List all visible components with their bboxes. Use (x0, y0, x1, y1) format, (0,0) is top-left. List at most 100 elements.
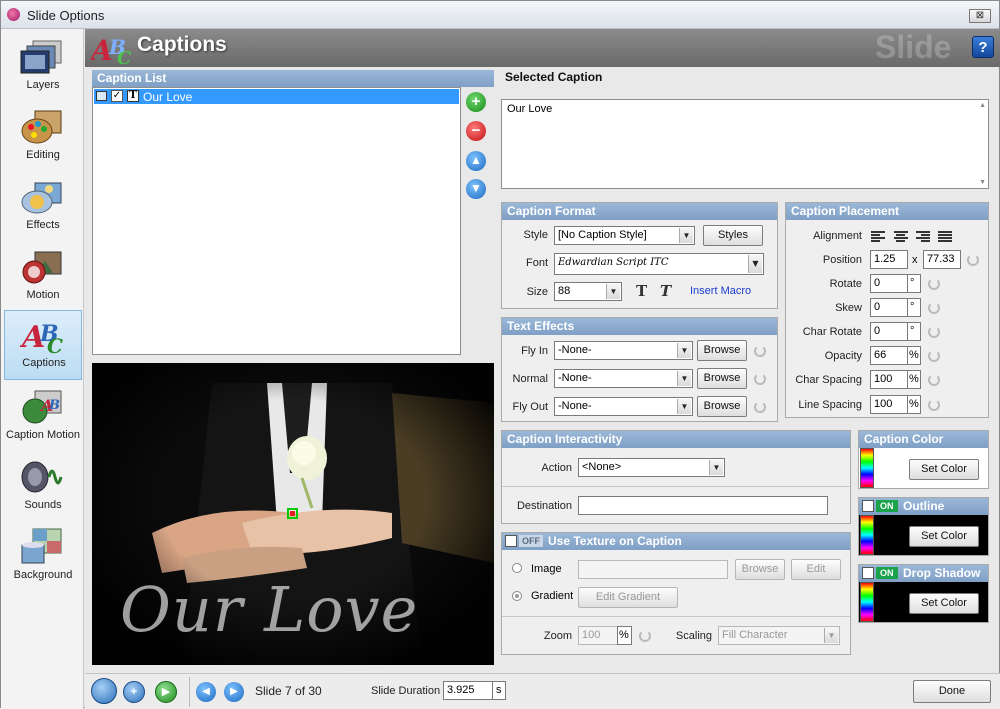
fly-out-select[interactable]: -None- ▼ (554, 397, 693, 416)
drop-shadow-set-color-button[interactable]: Set Color (909, 593, 979, 614)
selected-caption-text-input[interactable]: Our Love ▲ ▼ (501, 99, 989, 189)
align-right-icon[interactable] (916, 231, 930, 243)
remove-caption-button[interactable]: − (466, 121, 486, 141)
help-button[interactable]: ? (972, 36, 994, 58)
svg-text:B: B (48, 398, 60, 413)
opacity-unit: % (907, 346, 921, 365)
slide-duration-input[interactable]: 3.925 (443, 681, 493, 700)
nav-item-caption-motion[interactable]: AB Caption Motion (4, 383, 82, 451)
italic-button[interactable]: T (660, 282, 671, 300)
skew-unit: ° (907, 298, 921, 317)
bold-button[interactable]: T (636, 282, 647, 300)
align-center-icon[interactable] (894, 231, 908, 243)
texture-checkbox[interactable] (505, 535, 517, 547)
normal-select[interactable]: -None- ▼ (554, 369, 693, 388)
nav-item-layers[interactable]: Layers (4, 33, 82, 101)
nav-item-effects[interactable]: Effects (4, 173, 82, 241)
done-button[interactable]: Done (913, 680, 991, 703)
previous-slide-icon[interactable]: ◀ (196, 682, 216, 702)
scroll-down-arrow[interactable]: ▼ (979, 179, 986, 186)
line-spacing-input[interactable]: 100 (870, 395, 908, 414)
styles-button[interactable]: Styles (703, 225, 763, 246)
fly-in-browse-button[interactable]: Browse (697, 340, 747, 361)
zoom-out-icon[interactable] (91, 678, 117, 704)
position-reset-icon[interactable] (967, 254, 979, 266)
font-select[interactable]: Edwardian Script ITC ▼ (554, 253, 764, 275)
style-select[interactable]: [No Caption Style] ▼ (554, 226, 695, 245)
drop-shadow-checkbox[interactable]: ✓ (862, 567, 874, 579)
caption-list-item[interactable]: ✓ T Our Love (94, 89, 459, 104)
action-select[interactable]: <None> ▼ (578, 458, 725, 477)
rotate-reset-icon[interactable] (928, 278, 940, 290)
fly-out-browse-button[interactable]: Browse (697, 396, 747, 417)
drop-shadow-toggle[interactable]: ON (876, 567, 898, 579)
char-spacing-input[interactable]: 100 (870, 370, 908, 389)
texture-title-bar: OFF Use Texture on Caption (502, 533, 850, 550)
texture-edit-button[interactable]: Edit (791, 559, 841, 580)
opacity-input[interactable]: 66 (870, 346, 908, 365)
editing-icon (21, 110, 62, 144)
next-slide-icon[interactable]: ▶ (224, 682, 244, 702)
outline-toggle[interactable]: ON (876, 500, 898, 512)
fly-in-select[interactable]: -None- ▼ (554, 341, 693, 360)
skew-reset-icon[interactable] (928, 302, 940, 314)
opacity-reset-icon[interactable] (928, 350, 940, 362)
caption-set-color-button[interactable]: Set Color (909, 459, 979, 480)
scaling-select[interactable]: Fill Character ▼ (718, 626, 840, 645)
fly-out-reset-icon[interactable] (754, 401, 766, 413)
nav-label: Editing (26, 149, 60, 161)
outline-set-color-button[interactable]: Set Color (909, 526, 979, 547)
destination-input[interactable] (578, 496, 828, 515)
outline-checkbox[interactable]: ✓ (862, 500, 874, 512)
close-button[interactable]: ⊠ (969, 9, 991, 23)
image-radio[interactable] (512, 563, 522, 573)
insert-macro-link[interactable]: Insert Macro (690, 285, 751, 297)
char-rotate-reset-icon[interactable] (928, 326, 940, 338)
texture-toggle[interactable]: OFF (519, 535, 543, 547)
zoom-in-icon[interactable]: + (123, 681, 145, 703)
zoom-input[interactable]: 100 (578, 626, 618, 645)
char-spacing-label: Char Spacing (795, 374, 862, 386)
nav-item-motion[interactable]: Motion (4, 243, 82, 311)
move-down-button[interactable]: ▼ (466, 179, 486, 199)
char-rotate-unit: ° (907, 322, 921, 341)
line-spacing-reset-icon[interactable] (928, 399, 940, 411)
rotate-input[interactable]: 0 (870, 274, 908, 293)
texture-browse-button[interactable]: Browse (735, 559, 785, 580)
char-spacing-reset-icon[interactable] (928, 374, 940, 386)
add-caption-button[interactable]: + (466, 92, 486, 112)
nav-item-background[interactable]: Background (4, 523, 82, 591)
size-select[interactable]: 88 ▼ (554, 282, 622, 301)
play-icon[interactable]: ▶ (155, 681, 177, 703)
caption-item-text: Our Love (143, 90, 193, 104)
nav-item-sounds[interactable]: Sounds (4, 453, 82, 521)
char-rotate-input[interactable]: 0 (870, 322, 908, 341)
gradient-radio[interactable] (512, 591, 522, 601)
nav-item-captions[interactable]: ABC Captions (4, 310, 82, 380)
nav-item-editing[interactable]: Editing (4, 103, 82, 171)
align-left-icon[interactable] (871, 231, 885, 243)
slide-preview[interactable]: Our Love (92, 363, 494, 665)
line-spacing-unit: % (907, 395, 921, 414)
layers-icon (20, 40, 62, 74)
nav-label: Motion (26, 289, 60, 301)
scaling-label: Scaling (675, 630, 712, 642)
move-up-button[interactable]: ▲ (466, 151, 486, 171)
skew-input[interactable]: 0 (870, 298, 908, 317)
char-spacing-unit: % (907, 370, 921, 389)
fly-in-reset-icon[interactable] (754, 345, 766, 357)
caption-visible-checkbox[interactable]: ✓ (111, 90, 123, 102)
outline-color-swatch (860, 515, 874, 555)
texture-image-input[interactable] (578, 560, 728, 579)
nav-label: Layers (26, 79, 60, 91)
captions-header: ABC Captions Slide ? (85, 29, 1000, 67)
position-y-input[interactable]: 77.33 (923, 250, 961, 269)
normal-reset-icon[interactable] (754, 373, 766, 385)
position-x-input[interactable]: 1.25 (870, 250, 908, 269)
caption-list-title: Caption List (92, 70, 494, 87)
scroll-up-arrow[interactable]: ▲ (979, 102, 986, 109)
edit-gradient-button[interactable]: Edit Gradient (578, 587, 678, 608)
align-justify-icon[interactable] (938, 231, 952, 243)
normal-browse-button[interactable]: Browse (697, 368, 747, 389)
zoom-reset-icon[interactable] (639, 630, 651, 642)
